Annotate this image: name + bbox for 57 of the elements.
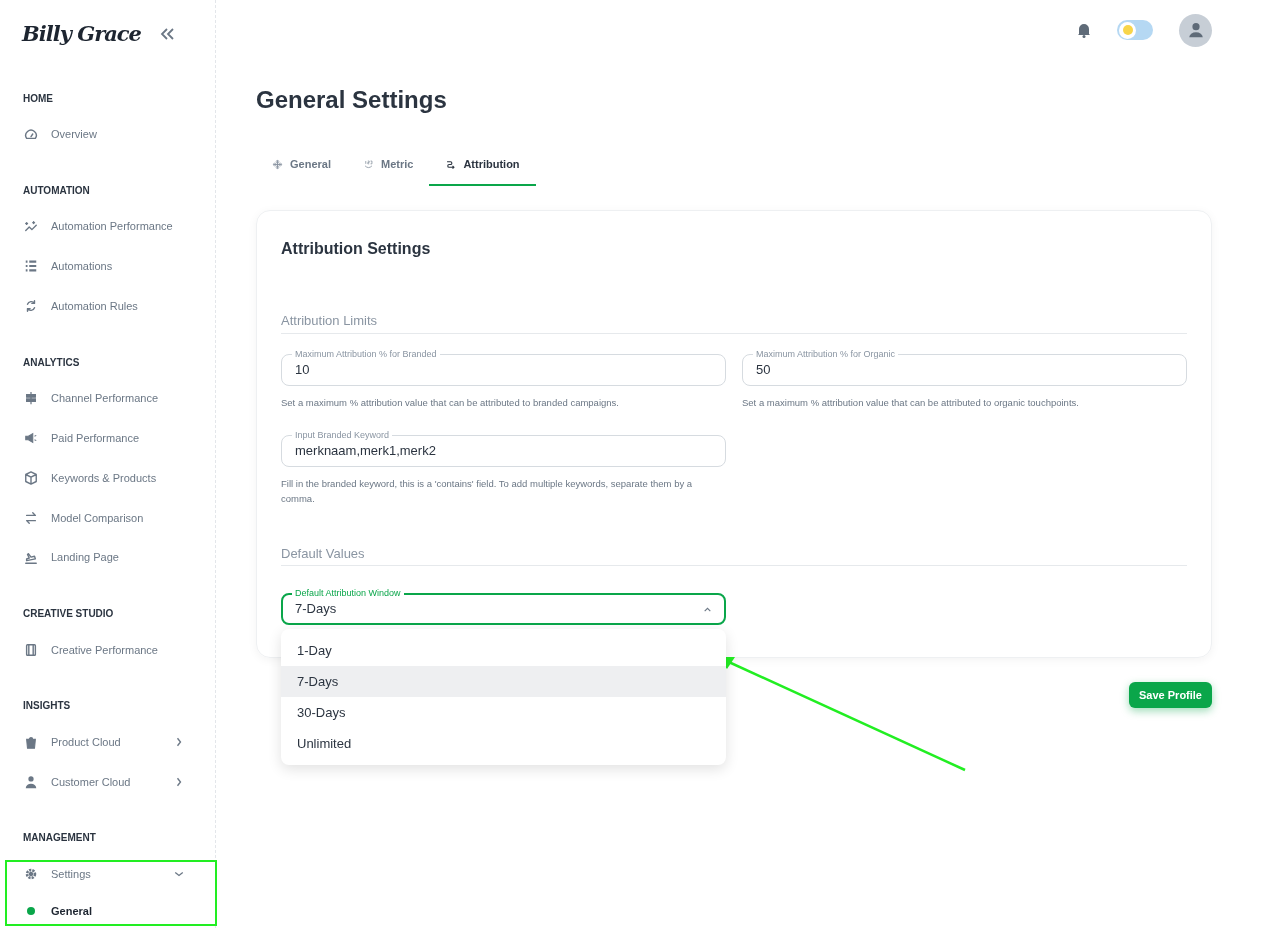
section-heading: ANALYTICS: [22, 355, 81, 370]
menu-item-icon: [24, 259, 38, 274]
help-text: Fill in the branded keyword, this is a 'contains' field. To add multiple keywords, separate them by a comma.: [281, 476, 694, 506]
chevron-up-icon: [703, 604, 712, 614]
dropdown-option[interactable]: 7-Days: [281, 666, 726, 697]
menu-item-icon: [24, 391, 38, 406]
sidebar-item[interactable]: Automations: [0, 246, 215, 287]
section-heading: INSIGHTS: [22, 699, 72, 714]
menu-item-icon: [24, 774, 38, 789]
menu-item-icon: [24, 642, 38, 657]
tab[interactable]: General: [256, 144, 347, 186]
tab-icon: [272, 158, 283, 170]
sidebar-item[interactable]: Automation Rules: [0, 286, 215, 327]
tab[interactable]: Attribution: [429, 144, 536, 186]
sidebar-subitem[interactable]: General: [0, 893, 215, 928]
menu-item-icon: [24, 734, 38, 749]
sidebar-item[interactable]: Overview: [0, 114, 215, 155]
menu-item-icon: [24, 866, 38, 881]
sidebar-item[interactable]: Automation Performance: [0, 206, 215, 247]
section-heading: AUTOMATION: [22, 184, 91, 199]
sidebar-item[interactable]: Paid Performance: [0, 418, 215, 459]
dropdown-option[interactable]: Unlimited: [281, 728, 726, 759]
section-heading: Default Values: [281, 543, 1187, 566]
tab-icon: [362, 158, 374, 170]
page-title: General Settings: [256, 85, 448, 115]
help-text: Set a maximum % attribution value that can be attributed to branded campaigns.: [281, 395, 620, 410]
sidebar-item[interactable]: Landing Page: [0, 537, 215, 578]
avatar[interactable]: [1179, 13, 1212, 47]
sidebar-item[interactable]: Model Comparison: [0, 497, 215, 538]
logo: Billy Grace: [22, 20, 141, 49]
menu-item-icon: [24, 299, 38, 314]
section-heading: MANAGEMENT: [22, 831, 97, 846]
menu-item-icon: [24, 127, 38, 142]
sidebar-item[interactable]: Customer Cloud: [0, 761, 215, 802]
section-heading: CREATIVE STUDIO: [22, 607, 115, 622]
dropdown-option[interactable]: 1-Day: [281, 635, 726, 666]
menu-item-icon: [24, 431, 38, 446]
card-title: Attribution Settings: [281, 239, 432, 259]
sidebar-item[interactable]: Keywords & Products: [0, 458, 215, 498]
bell-icon[interactable]: [1077, 22, 1091, 38]
sidebar-item[interactable]: Product Cloud: [0, 722, 215, 762]
help-text: Set a maximum % attribution value that can be attributed to organic touchpoints.: [742, 395, 1080, 410]
menu-item-icon: [24, 219, 38, 234]
section-heading: Attribution Limits: [281, 311, 1187, 334]
save-profile-button[interactable]: Save Profile: [1129, 682, 1212, 708]
section-heading: HOME: [22, 91, 54, 106]
tab[interactable]: Metric: [346, 144, 430, 186]
tab-icon: [445, 158, 457, 170]
menu-item-icon: [24, 550, 38, 565]
menu-item-icon: [24, 471, 38, 486]
sidebar-item[interactable]: Creative Performance: [0, 629, 215, 670]
theme-toggle[interactable]: [1117, 20, 1153, 40]
dropdown-option[interactable]: 30-Days: [281, 697, 726, 728]
sidebar-item[interactable]: Channel Performance: [0, 378, 215, 419]
sidebar-item[interactable]: Settings: [0, 853, 215, 894]
menu-item-icon: [24, 510, 38, 525]
collapse-icon[interactable]: [159, 27, 175, 42]
